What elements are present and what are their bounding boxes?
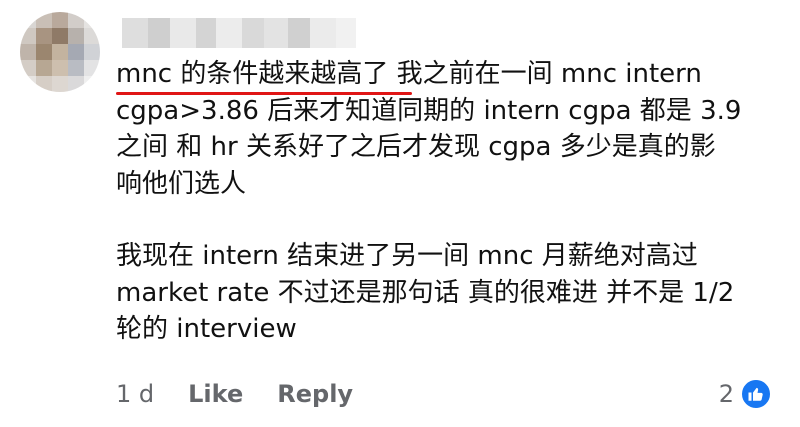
comment-line: 我现在 intern 结束进了另一间 mnc 月薪绝对高过 [116,241,698,271]
avatar[interactable] [20,12,100,92]
comment-actions: 1 d Like Reply [116,374,353,414]
comment-line: mnc 的条件越来越高了 我之前在一间 mnc intern [116,59,702,89]
comment-line: market rate 不过还是那句话 真的很难进 并不是 1/2 [116,277,735,308]
comment-line: cgpa>3.86 后来才知道同期的 intern cgpa 都是 3.9 [116,95,742,126]
comment-timestamp[interactable]: 1 d [116,380,154,408]
thumbs-up-glyph [748,387,763,401]
reaction-summary[interactable]: 2 [719,376,772,412]
thumbs-up-icon [740,378,772,410]
comment-body: mnc 的条件越来越高了 我之前在一间 mnc intern cgpa>3.86… [116,56,796,348]
commenter-name-redacted[interactable] [122,18,356,48]
comment-line: 响他们选人 [116,168,247,199]
like-button[interactable]: Like [188,380,243,408]
reply-button[interactable]: Reply [277,380,353,408]
comment-line: 之间 和 hr 关系好了之后才发现 cgpa 多少是真的影 [116,132,716,162]
red-underline-annotation [116,92,412,95]
reaction-count: 2 [718,380,734,408]
comment-line: 轮的 interview [116,314,297,344]
